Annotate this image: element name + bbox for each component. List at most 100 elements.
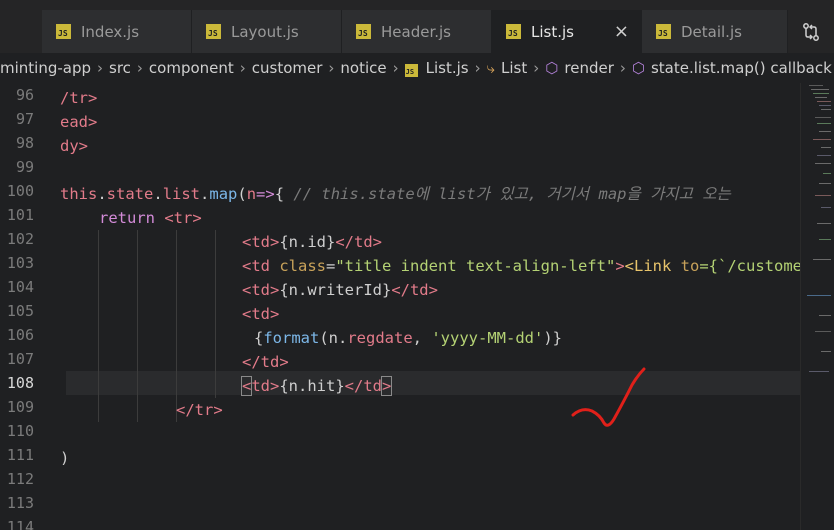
code-token: {n.id} bbox=[279, 233, 336, 251]
minimap-line bbox=[815, 97, 827, 98]
js-file-icon: JS bbox=[56, 24, 71, 39]
minimap-line bbox=[815, 117, 831, 118]
breadcrumb-item[interactable]: minting-app bbox=[0, 53, 91, 83]
tab-index-js[interactable]: JS Index.js bbox=[42, 10, 192, 53]
code-line-100: this.state.list.map(n=>{ // this.state에 … bbox=[60, 182, 731, 206]
code-line-104: <td>{n.writerId}</td> bbox=[242, 278, 438, 302]
code-line-96: /tr> bbox=[60, 86, 97, 110]
code-token: to bbox=[680, 257, 700, 275]
minimap-line bbox=[813, 259, 831, 260]
js-file-icon: JS bbox=[356, 24, 371, 39]
code-area: /tr> ead> dy> this.state.list.map(n=>{ /… bbox=[0, 83, 800, 530]
code-token: . bbox=[153, 185, 163, 203]
minimap-line bbox=[815, 195, 831, 196]
tab-detail-js[interactable]: JS Detail.js bbox=[642, 10, 788, 53]
minimap-line bbox=[817, 155, 831, 156]
code-token: class bbox=[279, 257, 326, 275]
code-line-102: <td>{n.id}</td> bbox=[242, 230, 382, 254]
code-line-109: </tr> bbox=[176, 398, 223, 422]
breadcrumb-item[interactable]: notice bbox=[340, 53, 386, 83]
minimap-line bbox=[817, 123, 831, 124]
code-line-108: <td>{n.hit}</td> bbox=[240, 374, 393, 398]
method-cube-icon: ⬡ bbox=[631, 59, 645, 77]
breadcrumb-item[interactable]: component bbox=[149, 53, 234, 83]
code-token: <td> bbox=[242, 233, 280, 251]
code-line-103: <td class="title indent text-align-left"… bbox=[242, 254, 800, 278]
code-line-97: ead> bbox=[60, 110, 97, 134]
breadcrumb-item[interactable]: src bbox=[109, 53, 131, 83]
code-token: </td> bbox=[391, 281, 438, 299]
code-line-98: dy> bbox=[60, 134, 88, 158]
matched-bracket: < bbox=[240, 376, 253, 396]
minimap-line bbox=[823, 173, 831, 174]
code-token: . bbox=[200, 185, 210, 203]
js-file-icon: JS bbox=[206, 24, 221, 39]
close-icon[interactable]: × bbox=[614, 21, 629, 42]
chevron-right-icon: › bbox=[328, 59, 335, 77]
code-token: dy> bbox=[60, 137, 88, 155]
minimap-line bbox=[821, 109, 831, 110]
chevron-right-icon: › bbox=[239, 59, 246, 77]
code-token: ={`/customer bbox=[699, 257, 800, 275]
minimap[interactable] bbox=[800, 83, 834, 530]
js-file-icon: JS bbox=[656, 24, 671, 39]
minimap-line bbox=[815, 331, 831, 332]
code-token: = bbox=[326, 257, 336, 275]
minimap-line bbox=[819, 239, 831, 240]
code-token: {n.writerId} bbox=[279, 281, 392, 299]
code-token: "title indent text-align-left" bbox=[335, 257, 616, 275]
breadcrumb-item[interactable]: List.js bbox=[426, 53, 469, 83]
red-checkmark-annotation bbox=[571, 367, 646, 427]
breadcrumb: minting-app › src › component › customer › notic… bbox=[0, 53, 834, 83]
code-token: > bbox=[615, 257, 625, 275]
code-token: ( bbox=[237, 185, 247, 203]
minimap-line bbox=[809, 85, 823, 86]
minimap-line bbox=[817, 223, 831, 224]
tab-layout-js[interactable]: JS Layout.js bbox=[192, 10, 342, 53]
minimap-line bbox=[815, 163, 831, 164]
tab-list-js[interactable]: JS List.js × bbox=[492, 10, 642, 53]
compare-changes-icon[interactable] bbox=[788, 10, 834, 53]
minimap-line bbox=[809, 371, 829, 372]
code-token: regdate bbox=[347, 329, 413, 347]
minimap-line bbox=[819, 315, 831, 316]
breadcrumb-item[interactable]: List bbox=[501, 53, 527, 83]
tab-label: Header.js bbox=[381, 22, 451, 41]
code-token: n bbox=[246, 185, 257, 203]
code-token: , bbox=[412, 329, 432, 347]
code-token: </td> bbox=[335, 233, 382, 251]
breadcrumb-item[interactable]: render bbox=[564, 53, 614, 83]
minimap-line bbox=[819, 131, 831, 132]
breadcrumb-item[interactable]: customer bbox=[252, 53, 323, 83]
minimap-line bbox=[813, 93, 829, 94]
code-line-107: </td> bbox=[242, 350, 289, 374]
code-token: state bbox=[106, 185, 154, 203]
js-file-icon: JS bbox=[404, 64, 418, 77]
compare-changes-glyph bbox=[803, 22, 819, 41]
tab-label: List.js bbox=[531, 22, 574, 41]
minimap-line bbox=[821, 351, 831, 352]
code-token: format bbox=[263, 329, 320, 347]
code-token: 'yyyy-MM-dd' bbox=[431, 329, 544, 347]
code-token: {n.hit} bbox=[279, 377, 345, 395]
code-line-105: <td> bbox=[242, 302, 279, 326]
breadcrumb-item[interactable]: state.list.map() callback bbox=[651, 53, 832, 83]
chevron-right-icon: › bbox=[97, 59, 104, 77]
code-token: <td> bbox=[242, 305, 280, 323]
minimap-line bbox=[819, 183, 831, 184]
code-line-106: {format(n.regdate, 'yyyy-MM-dd')} bbox=[254, 326, 562, 350]
component-icon: ⤷ bbox=[486, 59, 496, 77]
code-token: <td> bbox=[242, 281, 280, 299]
code-token: </td> bbox=[242, 353, 289, 371]
tab-label: Detail.js bbox=[681, 22, 742, 41]
tab-header-js[interactable]: JS Header.js bbox=[342, 10, 492, 53]
minimap-line bbox=[817, 101, 831, 102]
chevron-right-icon: › bbox=[533, 59, 540, 77]
code-line-101: return <tr> bbox=[99, 206, 202, 230]
code-token: list bbox=[162, 185, 201, 203]
code-editor[interactable]: 96 97 98 99 100 101 102 103 104 105 106 … bbox=[0, 83, 800, 530]
code-token: . bbox=[97, 185, 107, 203]
code-token: => bbox=[256, 185, 275, 203]
minimap-line bbox=[821, 207, 831, 208]
minimap-line bbox=[819, 105, 831, 106]
